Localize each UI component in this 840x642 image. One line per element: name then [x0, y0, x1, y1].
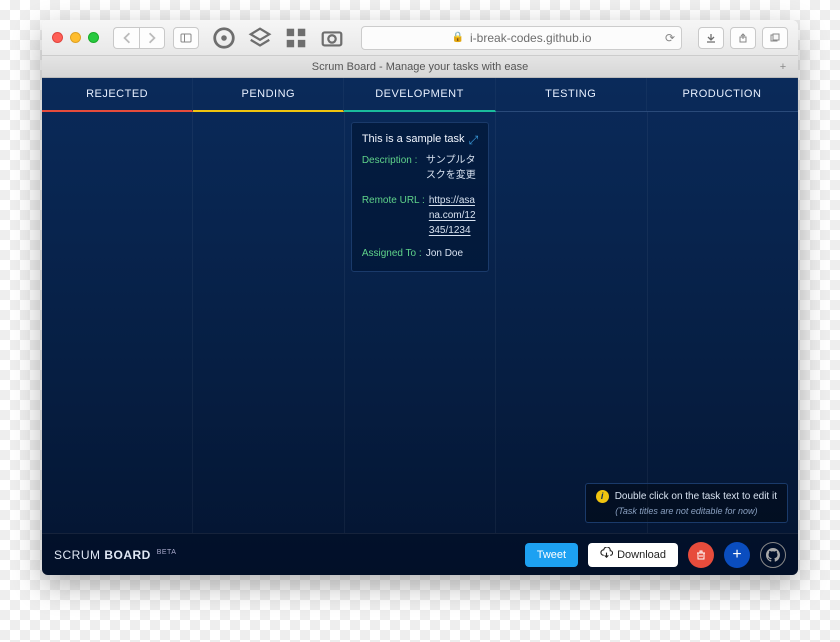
cloud-download-icon	[600, 547, 613, 563]
grid-icon[interactable]	[283, 27, 309, 49]
hint-line-1: iDouble click on the task text to edit i…	[596, 490, 777, 503]
browser-window: 🔒 i-break-codes.github.io ⟳ Scrum Board …	[42, 20, 798, 575]
board: ⤢ This is a sample task Description サンプル…	[42, 112, 798, 533]
delete-button[interactable]	[688, 542, 714, 568]
info-icon: i	[596, 490, 609, 503]
camera-icon[interactable]	[319, 27, 345, 49]
app-content: REJECTED PENDING DEVELOPMENT TESTING PRO…	[42, 78, 798, 575]
tab-bar: Scrum Board - Manage your tasks with eas…	[42, 56, 798, 78]
layers-icon[interactable]	[247, 27, 273, 49]
share-button[interactable]	[730, 27, 756, 49]
column-pending[interactable]	[193, 112, 344, 533]
download-button[interactable]: Download	[588, 543, 678, 567]
window-zoom-button[interactable]	[88, 32, 99, 43]
column-header-pending[interactable]: PENDING	[193, 78, 344, 112]
column-development[interactable]: ⤢ This is a sample task Description サンプル…	[345, 112, 496, 533]
description-value[interactable]: サンプルタスクを変更	[426, 153, 478, 183]
new-tab-button[interactable]: +	[774, 61, 792, 73]
column-header-rejected[interactable]: REJECTED	[42, 78, 193, 112]
assigned-to-label: Assigned To	[362, 246, 422, 261]
column-rejected[interactable]	[42, 112, 193, 533]
traffic-lights	[52, 32, 99, 43]
column-testing[interactable]	[496, 112, 647, 533]
column-header-testing[interactable]: TESTING	[496, 78, 647, 111]
url-text: i-break-codes.github.io	[470, 31, 591, 45]
downloads-button[interactable]	[698, 27, 724, 49]
eye-icon[interactable]	[211, 27, 237, 49]
hint-tooltip: iDouble click on the task text to edit i…	[585, 483, 788, 523]
remote-url-value[interactable]: https://asana.com/12345/1234	[429, 193, 478, 238]
sidebar-toggle-button[interactable]	[173, 27, 199, 49]
right-controls	[698, 27, 788, 49]
tabs-button[interactable]	[762, 27, 788, 49]
browser-chrome-top: 🔒 i-break-codes.github.io ⟳	[42, 20, 798, 56]
forward-button[interactable]	[139, 27, 165, 49]
github-icon	[766, 548, 780, 562]
window-minimize-button[interactable]	[70, 32, 81, 43]
lock-icon: 🔒	[452, 32, 464, 43]
window-close-button[interactable]	[52, 32, 63, 43]
nav-back-forward	[113, 27, 165, 49]
task-card[interactable]: ⤢ This is a sample task Description サンプル…	[351, 122, 489, 272]
tweet-button[interactable]: Tweet	[525, 543, 578, 567]
assigned-to-value[interactable]: Jon Doe	[426, 246, 478, 261]
task-title[interactable]: This is a sample task	[362, 133, 478, 145]
github-button[interactable]	[760, 542, 786, 568]
toolbar-icons	[211, 27, 345, 49]
columns-header: REJECTED PENDING DEVELOPMENT TESTING PRO…	[42, 78, 798, 112]
brand-logo: SCRUM BOARD BETA	[54, 548, 176, 562]
remote-url-label: Remote URL	[362, 193, 425, 238]
description-label: Description	[362, 153, 422, 183]
column-header-production[interactable]: PRODUCTION	[647, 78, 798, 111]
column-header-development[interactable]: DEVELOPMENT	[344, 78, 495, 112]
back-button[interactable]	[113, 27, 139, 49]
expand-icon[interactable]: ⤢	[469, 133, 479, 148]
url-bar[interactable]: 🔒 i-break-codes.github.io ⟳	[361, 26, 682, 50]
app-footer: SCRUM BOARD BETA Tweet Download +	[42, 533, 798, 575]
hint-line-2: (Task titles are not editable for now)	[596, 506, 777, 516]
refresh-icon[interactable]: ⟳	[665, 31, 675, 45]
column-production[interactable]: iDouble click on the task text to edit i…	[648, 112, 798, 533]
add-task-button[interactable]: +	[724, 542, 750, 568]
browser-tab[interactable]: Scrum Board - Manage your tasks with eas…	[42, 61, 798, 73]
